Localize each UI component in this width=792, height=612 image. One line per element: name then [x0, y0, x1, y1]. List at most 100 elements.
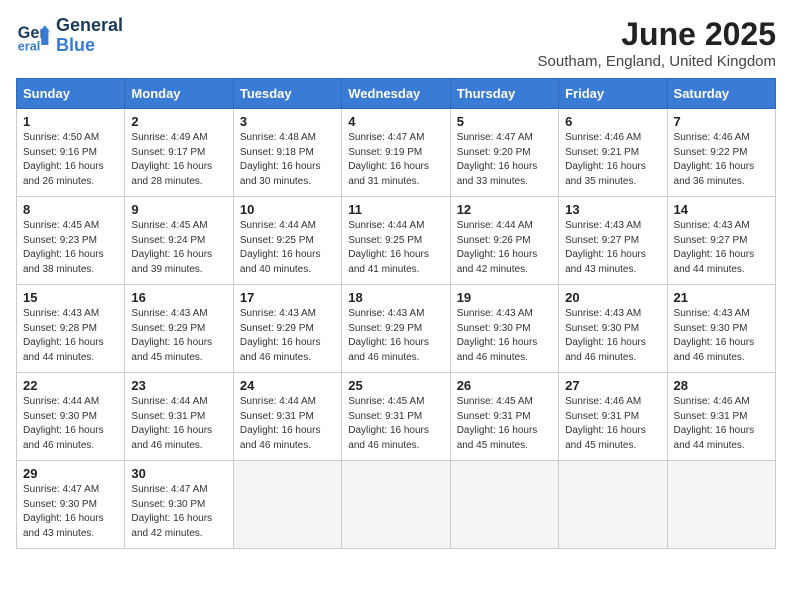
- day-number: 8: [23, 202, 118, 217]
- day-info: Sunrise: 4:44 AMSunset: 9:31 PMDaylight:…: [240, 395, 335, 453]
- day-number: 17: [240, 290, 335, 305]
- day-info: Sunrise: 4:45 AMSunset: 9:24 PMDaylight:…: [131, 219, 226, 277]
- day-number: 7: [674, 114, 769, 129]
- calendar-day-cell: 22 Sunrise: 4:44 AMSunset: 9:30 PMDayligh…: [17, 373, 125, 461]
- calendar-day-cell: 8 Sunrise: 4:45 AMSunset: 9:23 PMDaylight…: [17, 197, 125, 285]
- calendar-header-monday: Monday: [125, 79, 233, 109]
- day-info: Sunrise: 4:44 AMSunset: 9:31 PMDaylight:…: [131, 395, 226, 453]
- calendar-day-cell: 20Sunrise: 4:43 AMSunset: 9:30 PMDayligh…: [559, 285, 667, 373]
- day-info: Sunrise: 4:47 AMSunset: 9:20 PMDaylight:…: [457, 131, 552, 189]
- day-number: 9: [131, 202, 226, 217]
- logo-line2: Blue: [56, 36, 123, 56]
- day-number: 3: [240, 114, 335, 129]
- day-info: Sunrise: 4:43 AMSunset: 9:29 PMDaylight:…: [131, 307, 226, 365]
- calendar-day-cell: 18Sunrise: 4:43 AMSunset: 9:29 PMDayligh…: [342, 285, 450, 373]
- day-number: 22: [23, 378, 118, 393]
- month-title: June 2025: [538, 16, 776, 53]
- day-number: 11: [348, 202, 443, 217]
- calendar-day-cell: 21 Sunrise: 4:43 AMSunset: 9:30 PMDayligh…: [667, 285, 775, 373]
- location-subtitle: Southam, England, United Kingdom: [538, 53, 776, 70]
- day-number: 23: [131, 378, 226, 393]
- day-info: Sunrise: 4:46 AMSunset: 9:22 PMDaylight:…: [674, 131, 769, 189]
- calendar-day-cell: 16 Sunrise: 4:43 AMSunset: 9:29 PMDayligh…: [125, 285, 233, 373]
- calendar-day-cell: 1 Sunrise: 4:50 AMSunset: 9:16 PMDaylight…: [17, 109, 125, 197]
- calendar-day-cell: 29Sunrise: 4:47 AMSunset: 9:30 PMDayligh…: [17, 461, 125, 549]
- day-number: 14: [674, 202, 769, 217]
- calendar-day-cell: 24 Sunrise: 4:44 AMSunset: 9:31 PMDayligh…: [233, 373, 341, 461]
- day-number: 1: [23, 114, 118, 129]
- calendar-week-5: 29 Sunrise: 4:47 AMSunset: 9:30 PMDayligh…: [17, 461, 776, 549]
- day-info: Sunrise: 4:43 AMSunset: 9:30 PMDaylight:…: [457, 307, 552, 365]
- calendar-day-cell: [559, 461, 667, 549]
- day-number: 26: [457, 378, 552, 393]
- day-info: Sunrise: 4:47 AMSunset: 9:30 PMDaylight:…: [131, 483, 226, 541]
- day-info: Sunrise: 4:43 AMSunset: 9:29 PMDaylight:…: [240, 307, 335, 365]
- day-number: 19: [457, 290, 552, 305]
- day-number: 5: [457, 114, 552, 129]
- calendar-day-cell: 9 Sunrise: 4:45 AMSunset: 9:24 PMDaylight…: [125, 197, 233, 285]
- calendar-week-3: 15 Sunrise: 4:43 AMSunset: 9:28 PMDayligh…: [17, 285, 776, 373]
- logo-icon: Gen eral: [16, 18, 52, 54]
- day-info: Sunrise: 4:46 AMSunset: 9:31 PMDaylight:…: [674, 395, 769, 453]
- calendar-day-cell: 12Sunrise: 4:44 AMSunset: 9:26 PMDayligh…: [450, 197, 558, 285]
- day-number: 30: [131, 466, 226, 481]
- day-info: Sunrise: 4:43 AMSunset: 9:27 PMDaylight:…: [565, 219, 660, 277]
- day-info: Sunrise: 4:46 AMSunset: 9:31 PMDaylight:…: [565, 395, 660, 453]
- calendar-table: SundayMondayTuesdayWednesdayThursdayFrid…: [16, 78, 776, 549]
- day-info: Sunrise: 4:44 AMSunset: 9:30 PMDaylight:…: [23, 395, 118, 453]
- calendar-week-1: 1 Sunrise: 4:50 AMSunset: 9:16 PMDaylight…: [17, 109, 776, 197]
- day-info: Sunrise: 4:43 AMSunset: 9:28 PMDaylight:…: [23, 307, 118, 365]
- day-info: Sunrise: 4:50 AMSunset: 9:16 PMDaylight:…: [23, 131, 118, 189]
- day-number: 13: [565, 202, 660, 217]
- calendar-day-cell: 25 Sunrise: 4:45 AMSunset: 9:31 PMDayligh…: [342, 373, 450, 461]
- calendar-day-cell: 15 Sunrise: 4:43 AMSunset: 9:28 PMDayligh…: [17, 285, 125, 373]
- calendar-day-cell: 30 Sunrise: 4:47 AMSunset: 9:30 PMDayligh…: [125, 461, 233, 549]
- day-info: Sunrise: 4:45 AMSunset: 9:23 PMDaylight:…: [23, 219, 118, 277]
- day-info: Sunrise: 4:47 AMSunset: 9:19 PMDaylight:…: [348, 131, 443, 189]
- calendar-week-4: 22 Sunrise: 4:44 AMSunset: 9:30 PMDayligh…: [17, 373, 776, 461]
- calendar-header-sunday: Sunday: [17, 79, 125, 109]
- calendar-day-cell: 3Sunrise: 4:48 AMSunset: 9:18 PMDaylight…: [233, 109, 341, 197]
- svg-text:eral: eral: [18, 39, 40, 53]
- calendar-day-cell: 10 Sunrise: 4:44 AMSunset: 9:25 PMDayligh…: [233, 197, 341, 285]
- calendar-day-cell: 7 Sunrise: 4:46 AMSunset: 9:22 PMDaylight…: [667, 109, 775, 197]
- day-number: 27: [565, 378, 660, 393]
- calendar-header-saturday: Saturday: [667, 79, 775, 109]
- day-info: Sunrise: 4:43 AMSunset: 9:30 PMDaylight:…: [565, 307, 660, 365]
- calendar-day-cell: 14Sunrise: 4:43 AMSunset: 9:27 PMDayligh…: [667, 197, 775, 285]
- logo-line1: General: [56, 16, 123, 36]
- day-info: Sunrise: 4:43 AMSunset: 9:30 PMDaylight:…: [674, 307, 769, 365]
- calendar-day-cell: 28Sunrise: 4:46 AMSunset: 9:31 PMDayligh…: [667, 373, 775, 461]
- calendar-day-cell: 19 Sunrise: 4:43 AMSunset: 9:30 PMDayligh…: [450, 285, 558, 373]
- day-number: 12: [457, 202, 552, 217]
- calendar-week-2: 8 Sunrise: 4:45 AMSunset: 9:23 PMDaylight…: [17, 197, 776, 285]
- day-info: Sunrise: 4:49 AMSunset: 9:17 PMDaylight:…: [131, 131, 226, 189]
- title-area: June 2025 Southam, England, United Kingd…: [538, 16, 776, 70]
- day-info: Sunrise: 4:44 AMSunset: 9:25 PMDaylight:…: [348, 219, 443, 277]
- calendar-day-cell: 17 Sunrise: 4:43 AMSunset: 9:29 PMDayligh…: [233, 285, 341, 373]
- day-number: 21: [674, 290, 769, 305]
- calendar-day-cell: 13 Sunrise: 4:43 AMSunset: 9:27 PMDayligh…: [559, 197, 667, 285]
- calendar-day-cell: 23 Sunrise: 4:44 AMSunset: 9:31 PMDayligh…: [125, 373, 233, 461]
- calendar-day-cell: 5 Sunrise: 4:47 AMSunset: 9:20 PMDaylight…: [450, 109, 558, 197]
- day-number: 10: [240, 202, 335, 217]
- day-number: 24: [240, 378, 335, 393]
- calendar-day-cell: [667, 461, 775, 549]
- logo: Gen eral General Blue: [16, 16, 123, 56]
- calendar-day-cell: 26Sunrise: 4:45 AMSunset: 9:31 PMDayligh…: [450, 373, 558, 461]
- day-info: Sunrise: 4:46 AMSunset: 9:21 PMDaylight:…: [565, 131, 660, 189]
- day-number: 6: [565, 114, 660, 129]
- day-number: 29: [23, 466, 118, 481]
- calendar-day-cell: 2Sunrise: 4:49 AMSunset: 9:17 PMDaylight…: [125, 109, 233, 197]
- calendar-day-cell: 27 Sunrise: 4:46 AMSunset: 9:31 PMDayligh…: [559, 373, 667, 461]
- day-info: Sunrise: 4:45 AMSunset: 9:31 PMDaylight:…: [348, 395, 443, 453]
- calendar-day-cell: 6 Sunrise: 4:46 AMSunset: 9:21 PMDaylight…: [559, 109, 667, 197]
- day-number: 4: [348, 114, 443, 129]
- calendar-header-thursday: Thursday: [450, 79, 558, 109]
- calendar-day-cell: [342, 461, 450, 549]
- day-info: Sunrise: 4:44 AMSunset: 9:25 PMDaylight:…: [240, 219, 335, 277]
- day-number: 18: [348, 290, 443, 305]
- day-number: 15: [23, 290, 118, 305]
- day-number: 25: [348, 378, 443, 393]
- day-number: 16: [131, 290, 226, 305]
